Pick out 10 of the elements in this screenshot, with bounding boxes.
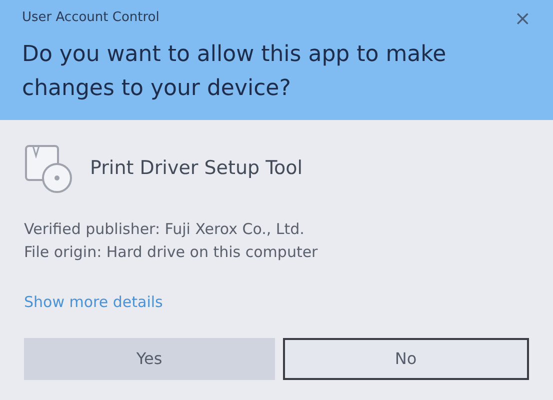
- app-name: Print Driver Setup Tool: [90, 156, 302, 181]
- dialog-button[interactable]: No: [282, 338, 529, 380]
- show-more-details-link[interactable]: Show more details: [24, 293, 163, 311]
- detail-line: File origin: Hard drive on this computer: [24, 242, 319, 263]
- window-title: User Account Control: [22, 9, 160, 27]
- close-button[interactable]: ×: [514, 8, 531, 28]
- detail-line: Verified publisher: Fuji Xerox Co., Ltd.: [24, 219, 306, 240]
- disc-package-icon: [24, 142, 74, 194]
- dialog-button[interactable]: Yes: [24, 338, 275, 380]
- question-heading: Do you want to allow this app to make changes to your device?: [22, 41, 448, 103]
